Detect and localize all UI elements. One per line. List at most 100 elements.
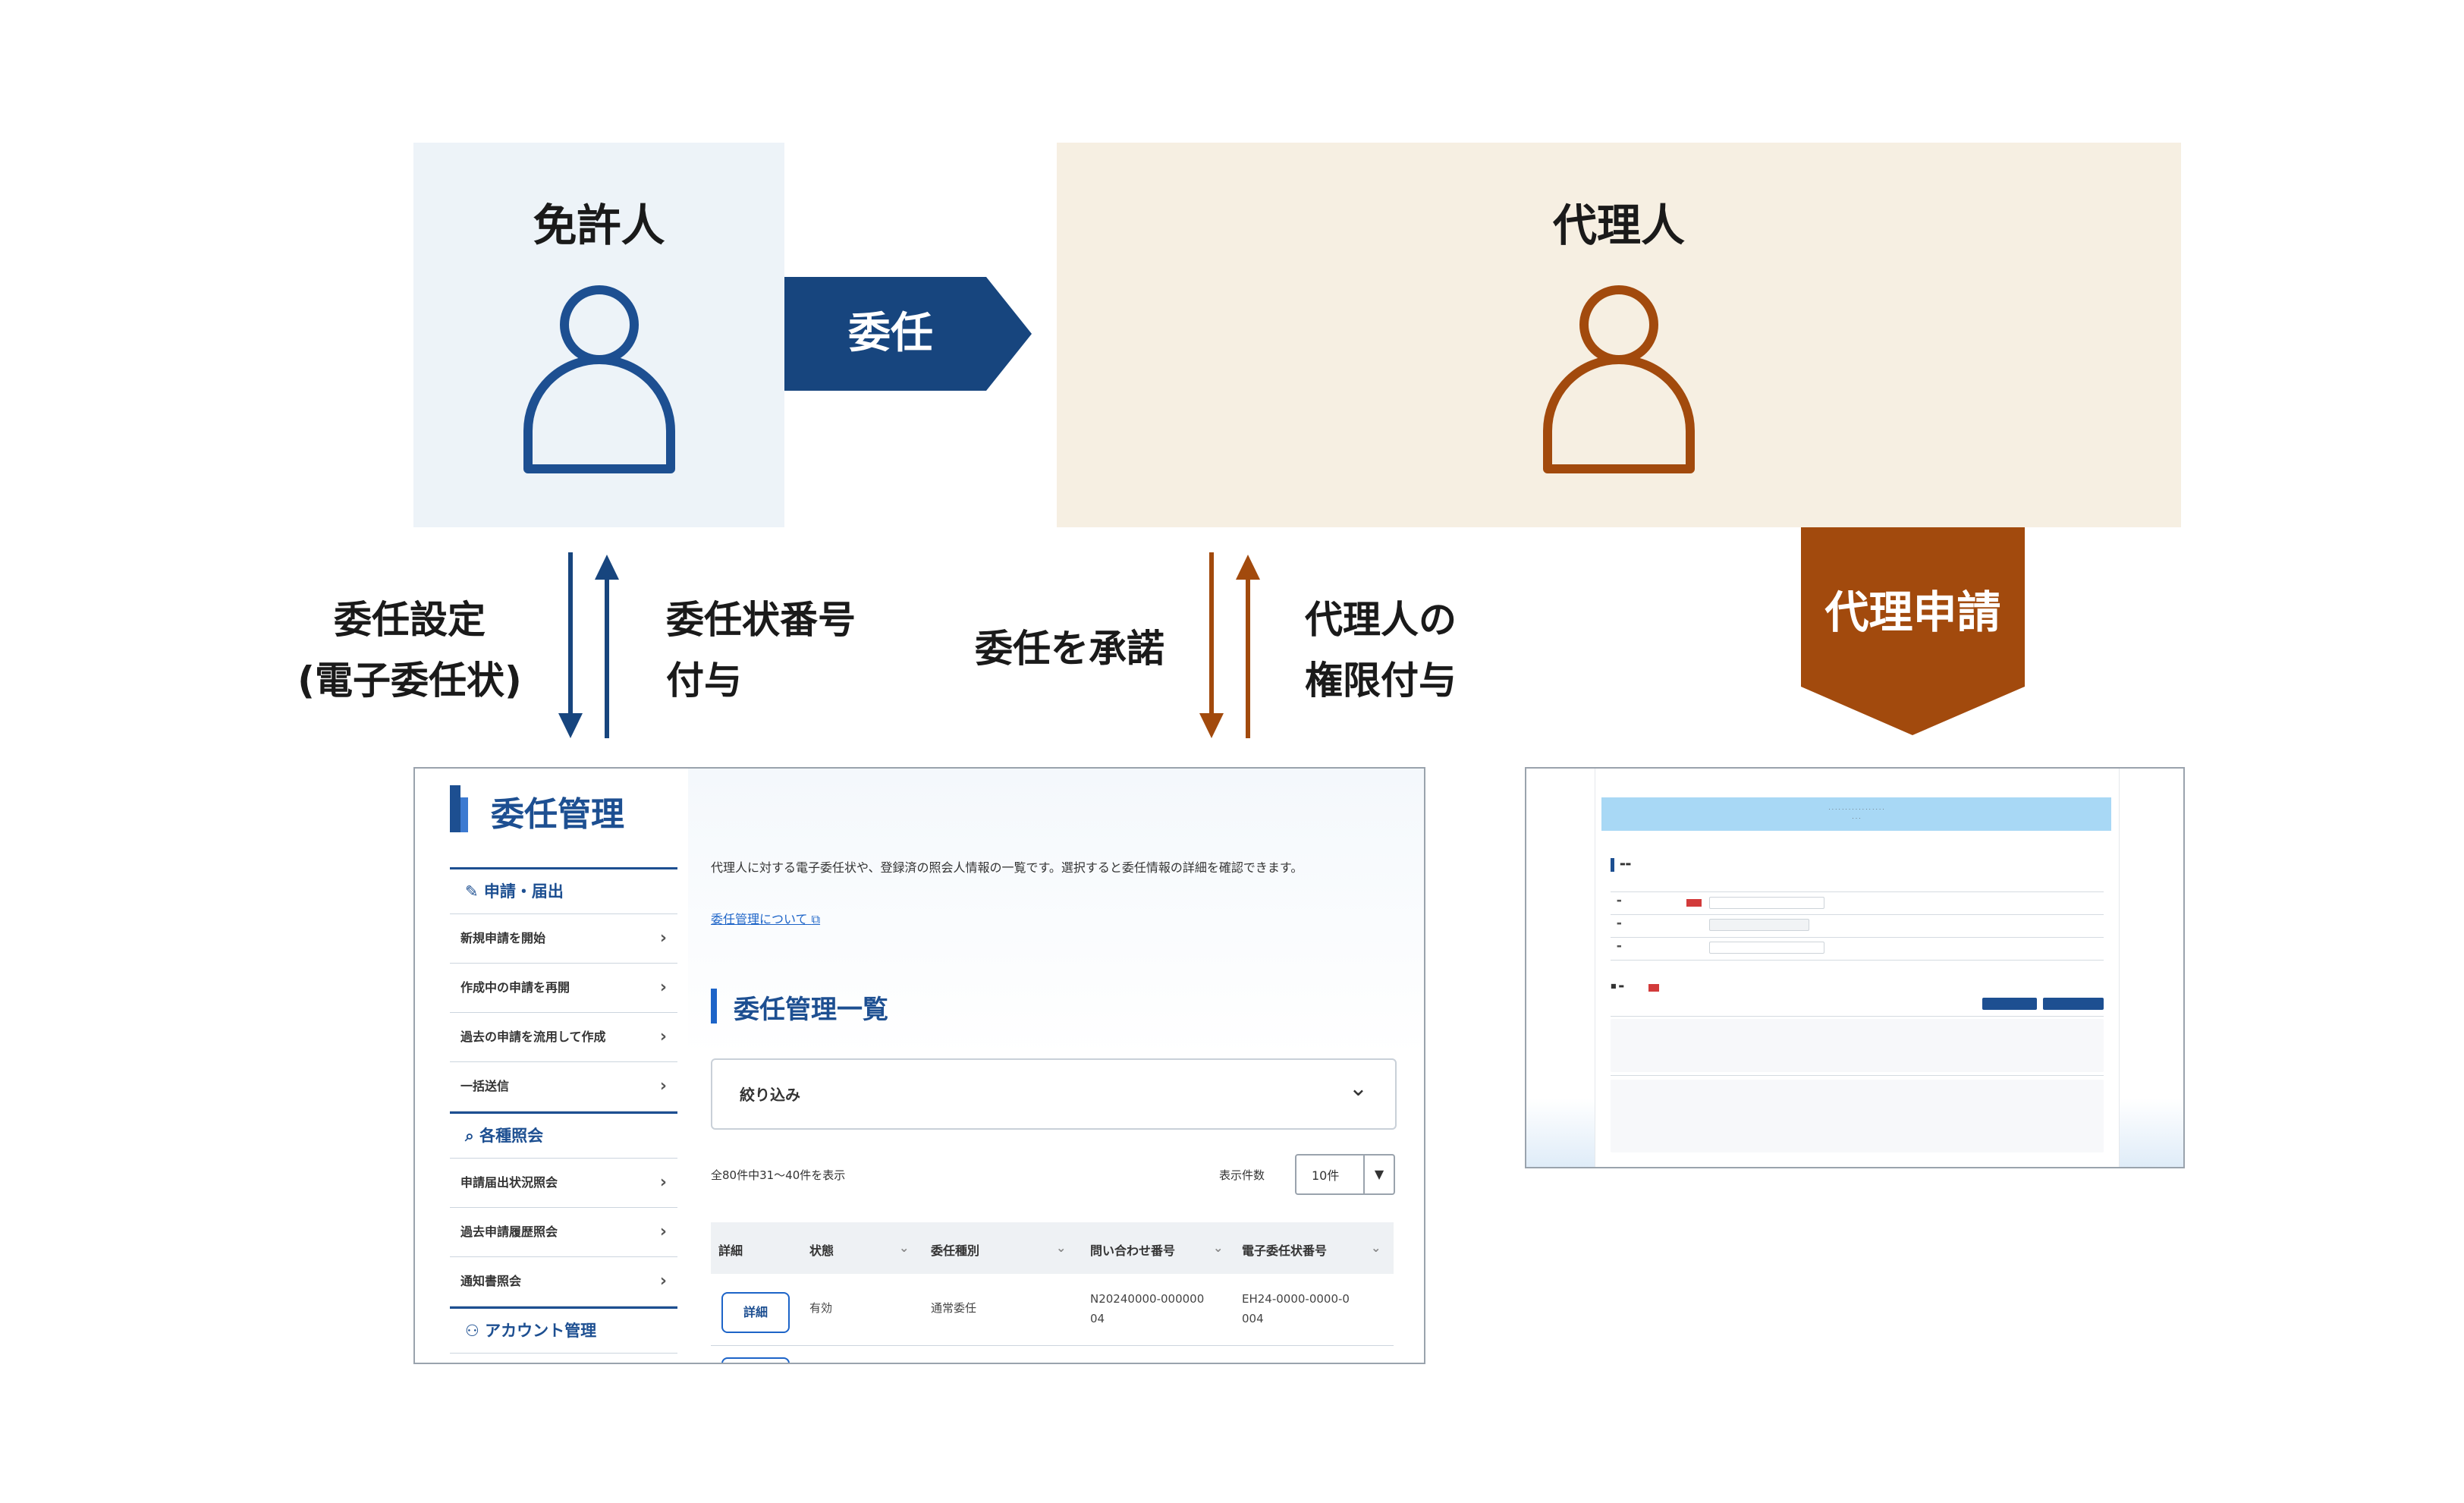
agent-authority-label: 代理人の 権限付与 [1305, 590, 1457, 711]
about-delegation-link[interactable]: 委任管理について ⧉ [711, 909, 820, 927]
row-inquiry-line1: N20240000-000000 [1090, 1292, 1205, 1306]
applicant-heading: ■ ▬ [1611, 983, 1624, 989]
list-title: 委任管理一覧 [734, 995, 888, 1025]
filter-label: 絞り込み [740, 1086, 800, 1104]
sort-icon: ⌄ [899, 1240, 910, 1255]
form-divider [1611, 937, 2104, 938]
sidebar-item-history-inquiry[interactable]: 過去申請履歴照会 [450, 1208, 677, 1257]
form-action-button[interactable] [1982, 998, 2037, 1010]
breadcrumb-text: · · · · · · · · · · · · · · · · · [1828, 807, 1884, 813]
proxy-apply-label: 代理申請 [1824, 586, 2001, 638]
form-frame: · · · · · · · · · · · · · · · · · · · · … [1595, 769, 2120, 1167]
section-accent [1611, 858, 1614, 872]
table-header: 詳細 状態 委任種別 問い合わせ番号 電子委任状番号 ⌄ ⌄ ⌄ ⌄ [711, 1222, 1394, 1274]
form-select-disabled [1709, 919, 1809, 931]
chevron-down-icon: ⌄ [1348, 1075, 1368, 1102]
col-detail: 詳細 [718, 1244, 743, 1258]
form-select[interactable] [1709, 897, 1824, 909]
licensee-arrows [558, 552, 619, 738]
col-type[interactable]: 委任種別 [931, 1240, 979, 1259]
required-badge [1686, 899, 1702, 907]
title-accent-bar-light [460, 797, 468, 832]
row-number: EH24-0000-0000-0 004 [1242, 1289, 1350, 1328]
table-row: 詳細 有効 通常委任 N20240000-000000 04 EH24-0000… [711, 1274, 1394, 1346]
row-inquiry-line2: 04 [1090, 1312, 1105, 1325]
row-type: 通常委任 [931, 1301, 977, 1315]
sidebar-item-reuse-past[interactable]: 過去の申請を流用して作成 [450, 1013, 677, 1062]
licensee-person-icon [523, 285, 675, 473]
required-badge [1648, 984, 1659, 992]
about-delegation-link-label: 委任管理について [711, 912, 808, 926]
per-page-select[interactable]: 10件 ▼ [1295, 1154, 1395, 1195]
breadcrumb-banner: · · · · · · · · · · · · · · · · · · · · [1601, 797, 2111, 831]
col-status[interactable]: 状態 [809, 1240, 834, 1259]
delegate-label: 委任 [848, 309, 933, 358]
title-accent-bar [450, 785, 460, 832]
accept-delegation-label: 委任を承諾 [975, 627, 1164, 671]
agent-authority-line2: 権限付与 [1305, 659, 1457, 703]
list-title-accent [711, 989, 717, 1023]
form-divider [1611, 891, 2104, 892]
row-number-line1: EH24-0000-0000-0 [1242, 1292, 1350, 1306]
section-heading: ▬▬ [1620, 860, 1632, 867]
page-description: 代理人に対する電子委任状や、登録済の照会人情報の一覧です。選択すると委任情報の詳… [711, 860, 1303, 875]
form-action-button[interactable] [2043, 998, 2104, 1010]
sidebar-section-account-label: アカウント管理 [485, 1322, 597, 1340]
sidebar-item-new-application[interactable]: 新規申請を開始 [450, 914, 677, 964]
form-select[interactable] [1709, 942, 1824, 954]
filter-accordion[interactable]: 絞り込み ⌄ [711, 1058, 1397, 1130]
row2-inquiry-partial: N20240000-000000 [1090, 1357, 1204, 1363]
agent-authority-line1: 代理人の [1305, 598, 1457, 642]
dropdown-triangle-icon[interactable]: ▼ [1363, 1156, 1394, 1193]
sidebar-item-batch-send[interactable]: 一括送信 [450, 1062, 677, 1112]
sort-icon: ⌄ [1371, 1240, 1381, 1255]
sidebar-item-status-inquiry[interactable]: 申請届出状況照会 [450, 1159, 677, 1208]
licensee-box: 免許人 [413, 143, 784, 527]
pencil-icon: ✎ [465, 882, 484, 901]
col-delegation-number[interactable]: 電子委任状番号 [1242, 1240, 1327, 1259]
user-settings-icon: ⚇ [465, 1322, 486, 1340]
row-inquiry: N20240000-000000 04 [1090, 1289, 1204, 1328]
sort-icon: ⌄ [1056, 1240, 1067, 1255]
form-divider [1611, 960, 2104, 961]
sidebar-section-inquiry: ⌕ 各種照会 [450, 1112, 677, 1159]
form-label: ▬ [1617, 898, 1622, 904]
page-title: 委任管理 [491, 795, 624, 834]
per-page-label: 表示件数 [1219, 1168, 1265, 1182]
per-page-value: 10件 [1312, 1168, 1340, 1183]
detail-button[interactable]: 詳細 [721, 1292, 790, 1333]
delegation-setting-label: 委任設定 (電子委任状) [288, 590, 531, 711]
sidebar-item-resume-draft[interactable]: 作成中の申請を再開 [450, 964, 677, 1013]
sidebar: ✎ 申請・届出 新規申請を開始 作成中の申請を再開 過去の申請を流用して作成 一… [450, 867, 677, 1354]
applicant-block [1611, 1019, 2104, 1072]
licensee-title: 免許人 [533, 200, 665, 251]
row-status: 有効 [809, 1301, 833, 1315]
proxy-number-line2: 付与 [666, 659, 742, 703]
sidebar-section-apply: ✎ 申請・届出 [450, 867, 677, 914]
proxy-application-screenshot: · · · · · · · · · · · · · · · · · · · · … [1525, 767, 2185, 1168]
sidebar-section-apply-label: 申請・届出 [483, 882, 564, 901]
delegation-setting-line1: 委任設定 [334, 598, 486, 642]
sidebar-item-notice-inquiry[interactable]: 通知書照会 [450, 1257, 677, 1306]
breadcrumb-text: · · · [1852, 816, 1861, 822]
detail-button-partial[interactable] [721, 1357, 790, 1363]
sort-icon: ⌄ [1213, 1240, 1224, 1255]
agent-arrows [1199, 552, 1260, 738]
sidebar-section-inquiry-label: 各種照会 [479, 1127, 544, 1145]
form-divider [1611, 1016, 2104, 1017]
row-number-line2: 004 [1242, 1312, 1264, 1325]
form-label: ▬ [1617, 920, 1622, 926]
result-count: 全80件中31～40件を表示 [711, 1168, 846, 1182]
agent-person-icon [1543, 285, 1695, 473]
proxy-number-line1: 委任状番号 [666, 598, 856, 642]
delegation-setting-line2: (電子委任状) [297, 659, 522, 703]
address-block [1611, 1080, 2104, 1152]
form-label: ▬ [1617, 943, 1622, 949]
col-inquiry-number[interactable]: 問い合わせ番号 [1090, 1240, 1175, 1259]
search-document-icon: ⌕ [465, 1127, 480, 1145]
sidebar-section-account[interactable]: ⚇ アカウント管理 [450, 1306, 677, 1354]
agent-title: 代理人 [1552, 200, 1685, 251]
proxy-number-grant-label: 委任状番号 付与 [666, 590, 856, 711]
delegation-management-screenshot: 委任管理 ✎ 申請・届出 新規申請を開始 作成中の申請を再開 過去の申請を流用し… [413, 767, 1425, 1364]
form-divider [1611, 1075, 2104, 1076]
